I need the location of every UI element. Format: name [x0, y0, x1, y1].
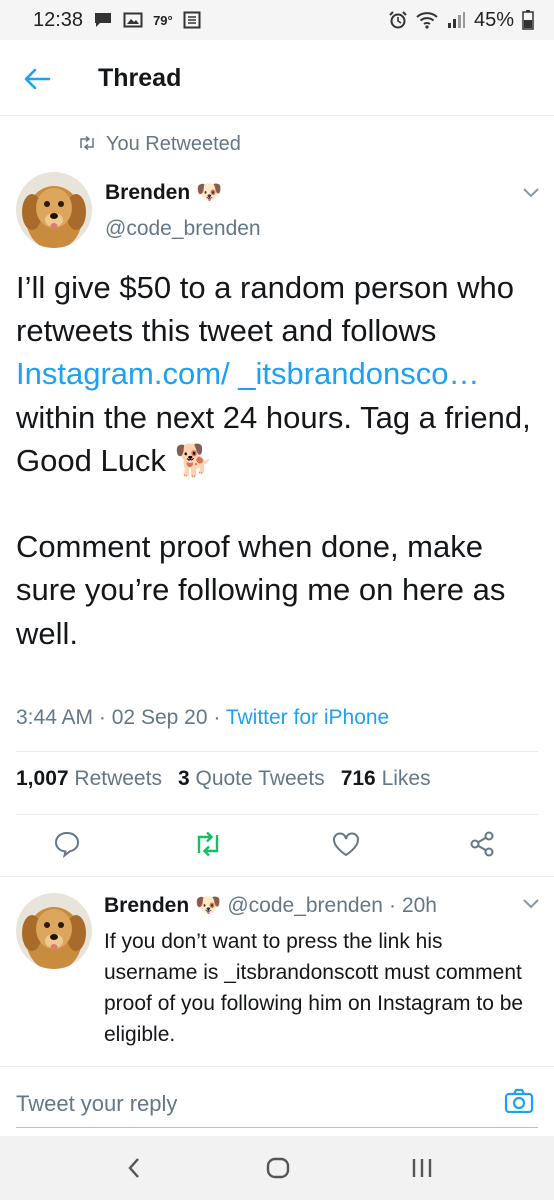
divider	[16, 751, 538, 752]
author-name[interactable]: Brenden 🐶	[105, 181, 222, 205]
tweet-time: 3:44 AM	[16, 706, 94, 729]
likes-count: 716	[340, 767, 376, 790]
retweeted-label: You Retweeted	[106, 133, 241, 155]
status-bar: 12:38 79° 45%	[0, 0, 554, 40]
tweet-meta: 3:44 AM · 02 Sep 20 · Twitter for iPhone	[16, 706, 389, 730]
reply-author-handle[interactable]: @code_brenden	[227, 894, 383, 918]
tweet-text: I’ll give $50 to a random person who ret…	[16, 266, 540, 655]
retweet-icon	[78, 133, 96, 156]
dog-emoji: 🐕	[174, 442, 214, 478]
alarm-icon	[388, 10, 408, 30]
reply-input[interactable]: Tweet your reply	[16, 1091, 177, 1117]
news-icon	[183, 11, 201, 29]
retweeted-indicator: You Retweeted	[78, 133, 241, 156]
chevron-left-icon[interactable]	[114, 1150, 154, 1186]
wifi-icon	[416, 11, 438, 29]
tweet-stats: 1,007 Retweets 3 Quote Tweets 716 Likes	[16, 767, 431, 791]
weather-temperature: 79°	[153, 12, 173, 28]
battery-percent: 45%	[473, 8, 514, 31]
reply-text: If you don’t want to press the link his …	[104, 930, 524, 1046]
home-icon[interactable]	[258, 1150, 298, 1186]
avatar[interactable]	[16, 893, 92, 969]
meta-separator: ·	[98, 706, 106, 729]
tweet-text-part1: I’ll give $50 to a random person who ret…	[16, 270, 515, 349]
tweet-text-para2: Comment proof when done, make sure you’r…	[16, 529, 506, 651]
reply-tweet[interactable]: Brenden 🐶 @code_brenden · 20h If you don…	[0, 876, 554, 1067]
share-icon[interactable]	[460, 822, 504, 866]
reply-age: 20h	[401, 894, 437, 917]
chevron-down-icon[interactable]	[522, 186, 540, 204]
reply-separator: ·	[388, 894, 396, 917]
retweets-label: Retweets	[74, 767, 162, 790]
likes-label: Likes	[381, 767, 431, 790]
avatar[interactable]	[16, 172, 92, 248]
system-nav-bar	[0, 1136, 554, 1200]
likes-stat[interactable]: 716 Likes	[341, 767, 431, 791]
camera-icon[interactable]	[502, 1085, 536, 1117]
quotes-stat[interactable]: 3 Quote Tweets	[178, 767, 325, 791]
reply-header: Brenden 🐶 @code_brenden · 20h	[104, 894, 437, 918]
signal-icon	[446, 11, 466, 29]
divider	[16, 814, 538, 815]
reply-author-name[interactable]: Brenden	[104, 894, 189, 918]
quotes-label: Quote Tweets	[195, 767, 325, 790]
tweet-actions	[0, 822, 554, 872]
author-name-text: Brenden	[105, 181, 191, 204]
status-time: 12:38	[33, 8, 84, 31]
dog-face-emoji: 🐶	[196, 181, 223, 204]
tweet-source[interactable]: Twitter for iPhone	[226, 706, 389, 729]
chevron-down-icon[interactable]	[522, 897, 540, 915]
reply-icon[interactable]	[45, 822, 89, 866]
dog-face-emoji: 🐶	[195, 894, 222, 917]
reply-composer: Tweet your reply	[0, 1066, 554, 1136]
composer-underline	[16, 1127, 538, 1128]
quotes-count: 3	[177, 767, 190, 790]
meta-separator: ·	[213, 706, 221, 729]
thread-header: Thread	[0, 40, 554, 116]
page-title: Thread	[98, 64, 182, 92]
retweets-count: 1,007	[16, 767, 69, 790]
author-handle[interactable]: @code_brenden	[105, 217, 261, 241]
retweets-stat[interactable]: 1,007 Retweets	[16, 767, 162, 791]
recent-apps-icon[interactable]	[402, 1150, 442, 1186]
retweet-icon[interactable]	[186, 822, 230, 866]
message-icon	[93, 11, 113, 29]
tweet-text-part2: within the next 24 hours. Tag a friend, …	[16, 399, 531, 478]
tweet-link[interactable]: Instagram.com/ _itsbrandonsco…	[16, 356, 480, 391]
arrow-left-icon[interactable]	[22, 64, 52, 94]
heart-icon[interactable]	[324, 822, 368, 866]
battery-icon	[522, 10, 534, 30]
tweet-date: 02 Sep 20	[111, 706, 208, 729]
image-icon	[123, 11, 143, 29]
